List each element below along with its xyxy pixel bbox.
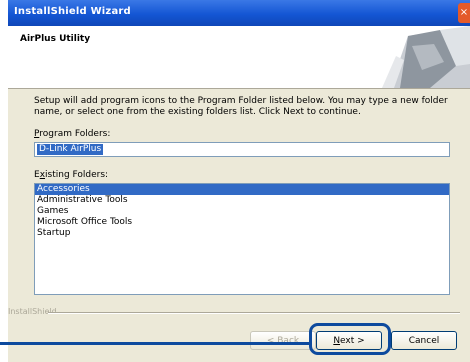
list-item-accessories[interactable]: Accessories xyxy=(35,184,449,195)
list-item-microsoft-office-tools[interactable]: Microsoft Office Tools xyxy=(35,217,449,228)
wizard-header: AirPlus Utility xyxy=(8,26,470,89)
program-folder-label: Program Folders: xyxy=(34,129,111,139)
cancel-button[interactable]: Cancel xyxy=(391,331,457,350)
existing-folders-list[interactable]: Accessories Administrative Tools Games M… xyxy=(34,183,450,295)
back-button[interactable]: < Back xyxy=(250,331,316,350)
window-title: InstallShield Wizard xyxy=(14,6,131,17)
list-item-startup[interactable]: Startup xyxy=(35,228,449,239)
installshield-wizard-window: InstallShield Wizard × AirPlus Utility S… xyxy=(8,0,470,362)
list-item-games[interactable]: Games xyxy=(35,206,449,217)
callout-pointer-line xyxy=(0,342,311,345)
description-text: Setup will add program icons to the Prog… xyxy=(34,96,448,117)
footer-divider xyxy=(48,312,460,314)
close-button[interactable]: × xyxy=(458,3,470,23)
next-button-highlight-callout xyxy=(309,323,391,355)
program-folder-input[interactable]: D-Link AirPlus xyxy=(34,142,450,157)
program-folder-value: D-Link AirPlus xyxy=(37,144,104,155)
installer-graphic-icon xyxy=(360,26,470,88)
list-item-administrative-tools[interactable]: Administrative Tools xyxy=(35,195,449,206)
existing-folders-label: Existing Folders: xyxy=(34,170,109,180)
header-title: AirPlus Utility xyxy=(20,34,91,44)
title-bar[interactable]: InstallShield Wizard × xyxy=(8,0,470,26)
